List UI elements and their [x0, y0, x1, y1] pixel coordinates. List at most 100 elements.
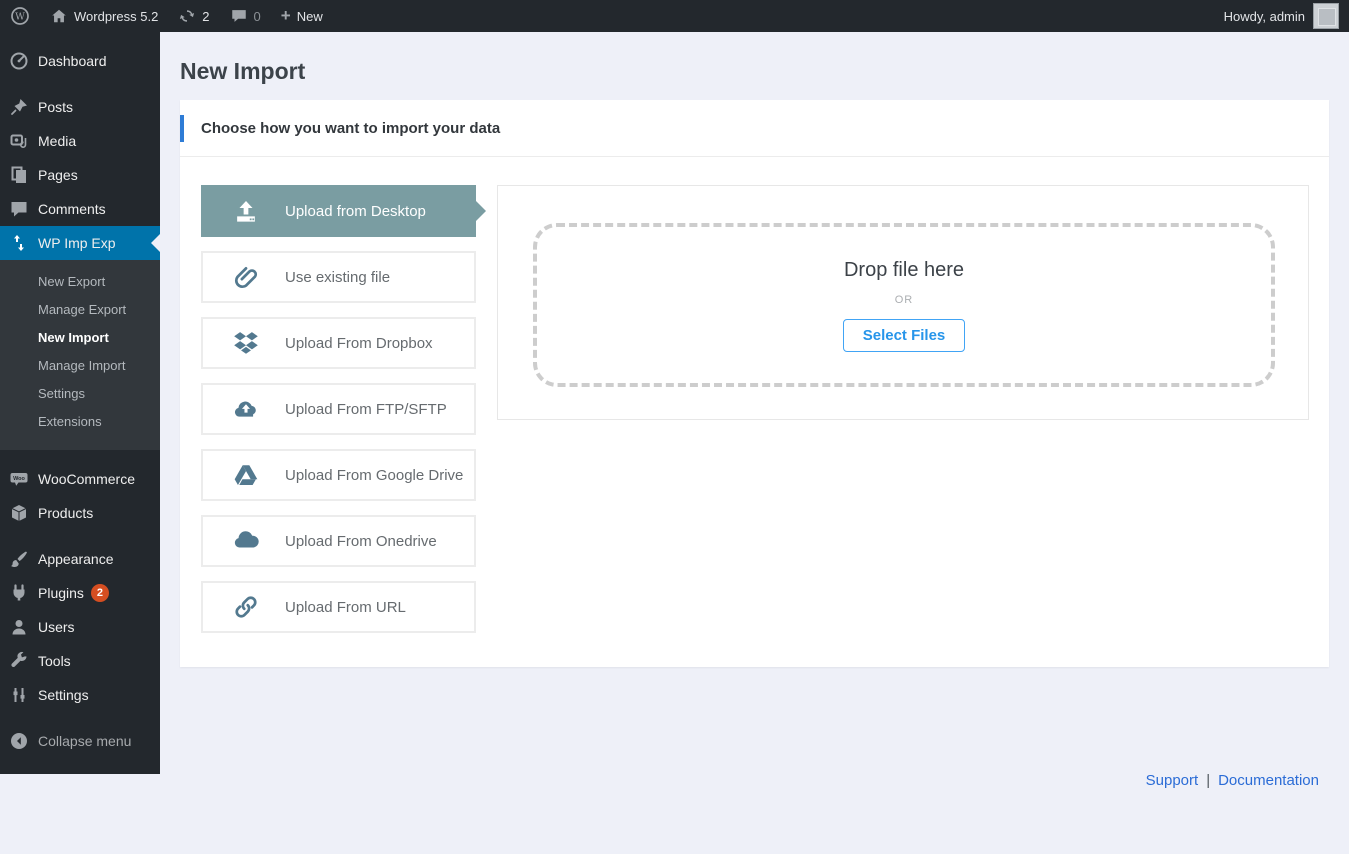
- woocommerce-icon: Woo: [9, 469, 29, 489]
- sidebar-label: Posts: [38, 99, 73, 115]
- sidebar-label: Dashboard: [38, 53, 107, 69]
- documentation-link[interactable]: Documentation: [1218, 772, 1319, 789]
- new-label: New: [297, 9, 323, 24]
- sidebar-label: Media: [38, 133, 76, 149]
- paperclip-icon: [233, 264, 259, 290]
- sidebar-label: Pages: [38, 167, 78, 183]
- method-upload-from-url[interactable]: Upload From URL: [201, 581, 476, 633]
- sidebar-item-appearance[interactable]: Appearance: [0, 542, 160, 576]
- dropbox-icon: [233, 330, 259, 356]
- support-link[interactable]: Support: [1146, 772, 1199, 789]
- method-label: Upload from Desktop: [285, 203, 426, 220]
- method-upload-from-ftp[interactable]: Upload From FTP/SFTP: [201, 383, 476, 435]
- method-use-existing-file[interactable]: Use existing file: [201, 251, 476, 303]
- sidebar-label: Comments: [38, 201, 106, 217]
- sidebar-label: Users: [38, 619, 75, 635]
- method-upload-from-desktop[interactable]: Upload from Desktop: [201, 185, 476, 237]
- products-box-icon: [9, 503, 29, 523]
- sidebar-label: Settings: [38, 687, 89, 703]
- admin-bar: W Wordpress 5.2 2 0 + New Howdy, admin: [0, 0, 1349, 32]
- updates-icon: [178, 7, 196, 25]
- sidebar-label: Plugins: [38, 585, 84, 601]
- footer-links: Support | Documentation: [1146, 772, 1319, 789]
- submenu-item-manage-import[interactable]: Manage Import: [0, 352, 160, 380]
- wp-imp-exp-submenu: New Export Manage Export New Import Mana…: [0, 260, 160, 450]
- import-export-arrows-icon: [9, 233, 29, 253]
- user-icon: [9, 617, 29, 637]
- updates-count: 2: [202, 9, 209, 24]
- howdy-label: Howdy, admin: [1224, 9, 1305, 24]
- method-label: Upload From Google Drive: [285, 467, 463, 484]
- dropzone-or-label: OR: [895, 294, 914, 306]
- method-label: Upload From Onedrive: [285, 533, 437, 550]
- sidebar-label: Appearance: [38, 551, 114, 567]
- submenu-item-manage-export[interactable]: Manage Export: [0, 296, 160, 324]
- sidebar-item-wp-imp-exp[interactable]: WP Imp Exp: [0, 226, 160, 260]
- import-method-list: Upload from Desktop Use existing file: [201, 185, 476, 647]
- sidebar-item-media[interactable]: Media: [0, 124, 160, 158]
- sidebar-item-users[interactable]: Users: [0, 610, 160, 644]
- sidebar-item-collapse-menu[interactable]: Collapse menu: [0, 724, 160, 758]
- header-accent-bar: [180, 115, 184, 142]
- updates-menu[interactable]: 2: [168, 0, 219, 32]
- sidebar-item-dashboard[interactable]: Dashboard: [0, 44, 160, 78]
- wordpress-logo-icon: W: [10, 6, 30, 26]
- pages-icon: [9, 165, 29, 185]
- dashboard-icon: [9, 51, 29, 71]
- sidebar-label: WooCommerce: [38, 471, 135, 487]
- svg-text:W: W: [15, 11, 25, 22]
- sidebar-item-comments[interactable]: Comments: [0, 192, 160, 226]
- method-label: Use existing file: [285, 269, 390, 286]
- sidebar-item-settings[interactable]: Settings: [0, 678, 160, 712]
- sidebar-item-plugins[interactable]: Plugins 2: [0, 576, 160, 610]
- submenu-item-new-export[interactable]: New Export: [0, 268, 160, 296]
- card-body: Upload from Desktop Use existing file: [180, 157, 1329, 647]
- method-upload-from-dropbox[interactable]: Upload From Dropbox: [201, 317, 476, 369]
- plugin-icon: [9, 583, 29, 603]
- sidebar-item-products[interactable]: Products: [0, 496, 160, 530]
- submenu-item-settings[interactable]: Settings: [0, 380, 160, 408]
- site-name-menu[interactable]: Wordpress 5.2: [40, 0, 168, 32]
- main-content: New Import Choose how you want to import…: [160, 32, 1349, 854]
- sidebar-item-woocommerce[interactable]: Woo WooCommerce: [0, 462, 160, 496]
- comments-icon: [9, 199, 29, 219]
- submenu-item-new-import[interactable]: New Import: [0, 324, 160, 352]
- site-name-label: Wordpress 5.2: [74, 9, 158, 24]
- paintbrush-icon: [9, 549, 29, 569]
- comments-menu[interactable]: 0: [220, 0, 271, 32]
- upload-icon: [233, 198, 259, 224]
- cloud-icon: [233, 528, 259, 554]
- comment-bubble-icon: [230, 7, 248, 25]
- sidebar-item-posts[interactable]: Posts: [0, 90, 160, 124]
- sidebar-item-pages[interactable]: Pages: [0, 158, 160, 192]
- method-label: Upload From URL: [285, 599, 406, 616]
- wordpress-logo-menu[interactable]: W: [0, 0, 40, 32]
- media-icon: [9, 131, 29, 151]
- select-files-button[interactable]: Select Files: [843, 319, 966, 352]
- comments-count: 0: [254, 9, 261, 24]
- sidebar-item-tools[interactable]: Tools: [0, 644, 160, 678]
- sidebar-label: WP Imp Exp: [38, 235, 116, 251]
- new-content-menu[interactable]: + New: [271, 0, 333, 32]
- method-upload-from-google-drive[interactable]: Upload From Google Drive: [201, 449, 476, 501]
- footer-separator: |: [1206, 772, 1210, 789]
- wrench-icon: [9, 651, 29, 671]
- card-header-title: Choose how you want to import your data: [201, 120, 500, 137]
- method-upload-from-onedrive[interactable]: Upload From Onedrive: [201, 515, 476, 567]
- sliders-icon: [9, 685, 29, 705]
- home-icon: [50, 7, 68, 25]
- plus-icon: +: [281, 7, 291, 24]
- page-title: New Import: [180, 58, 1349, 85]
- avatar: [1313, 3, 1339, 29]
- my-account-menu[interactable]: Howdy, admin: [1214, 3, 1349, 29]
- plugins-update-badge: 2: [91, 584, 109, 602]
- sidebar-label: Tools: [38, 653, 71, 669]
- submenu-item-extensions[interactable]: Extensions: [0, 408, 160, 436]
- import-card: Choose how you want to import your data …: [180, 100, 1329, 667]
- sidebar: Dashboard Posts Media Pages Comments: [0, 32, 160, 774]
- google-drive-icon: [233, 462, 259, 488]
- sidebar-label: Collapse menu: [38, 733, 131, 749]
- cloud-upload-icon: [233, 396, 259, 422]
- file-dropzone[interactable]: Drop file here OR Select Files: [533, 223, 1275, 387]
- dropzone-title: Drop file here: [844, 259, 964, 282]
